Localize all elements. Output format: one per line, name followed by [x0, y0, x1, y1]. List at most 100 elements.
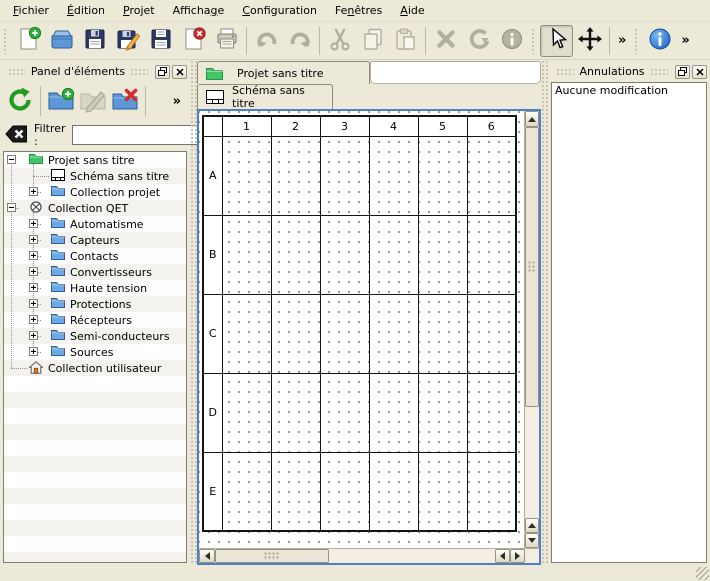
vertical-scroll-thumb[interactable] — [525, 127, 539, 407]
schema-cell[interactable] — [320, 373, 369, 452]
schema-cell[interactable] — [418, 373, 467, 452]
expand-toggle-icon[interactable] — [29, 347, 38, 356]
menu-fenetres[interactable]: Fenêtres — [326, 1, 391, 20]
save-button[interactable] — [78, 25, 111, 57]
schema-cell[interactable] — [320, 215, 369, 294]
cut-button[interactable] — [323, 25, 356, 57]
expand-toggle-icon[interactable] — [29, 235, 38, 244]
tree-item[interactable]: Projet sans titre — [4, 152, 186, 168]
right-splitter[interactable] — [541, 60, 548, 565]
horizontal-scrollbar[interactable] — [199, 548, 539, 563]
schema-cell[interactable] — [222, 215, 271, 294]
schema-cell[interactable] — [271, 452, 320, 531]
float-panel-button[interactable] — [675, 65, 690, 79]
toolbar-grip[interactable] — [531, 28, 536, 54]
save-as-button[interactable] — [111, 25, 144, 57]
schema-cell[interactable] — [222, 373, 271, 452]
scroll-right-button[interactable] — [510, 549, 525, 563]
delete-category-button[interactable] — [109, 84, 141, 118]
schema-cell[interactable] — [271, 373, 320, 452]
toolbar-overflow-button[interactable]: » — [676, 33, 694, 48]
menu-configuration[interactable]: Configuration — [233, 1, 326, 20]
tree-item[interactable]: Collection QET — [4, 200, 186, 216]
tree-item[interactable]: Sources — [4, 344, 186, 360]
dock-handle[interactable] — [556, 68, 574, 76]
save-all-button[interactable] — [144, 25, 177, 57]
collapse-toggle-icon[interactable] — [7, 203, 16, 212]
schema-cell[interactable] — [369, 215, 418, 294]
reload-collections-button[interactable] — [4, 84, 36, 118]
tab-project[interactable]: Projet sans titre — [197, 61, 370, 84]
schema-cell[interactable] — [369, 294, 418, 373]
element-info-button[interactable] — [495, 25, 528, 57]
left-splitter[interactable] — [190, 60, 197, 565]
tree-item[interactable]: Schéma sans titre — [4, 168, 186, 184]
tree-item[interactable]: Récepteurs — [4, 312, 186, 328]
tree-item[interactable]: Semi-conducteurs — [4, 328, 186, 344]
vertical-scrollbar[interactable] — [524, 111, 539, 548]
expand-toggle-icon[interactable] — [29, 219, 38, 228]
dock-handle[interactable] — [8, 68, 26, 76]
schema-editor[interactable]: 123456ABCDE — [197, 109, 541, 565]
schema-cell[interactable] — [222, 294, 271, 373]
select-mode-button[interactable] — [540, 25, 573, 57]
tree-item[interactable]: Automatisme — [4, 216, 186, 232]
panel-toolbar-overflow-button[interactable]: » — [168, 94, 186, 109]
scroll-left-button[interactable] — [199, 549, 215, 563]
schema-cell[interactable] — [271, 294, 320, 373]
clear-filter-icon[interactable] — [5, 125, 28, 146]
tree-item[interactable]: Haute tension — [4, 280, 186, 296]
element-tree[interactable]: Projet sans titreSchéma sans titreCollec… — [3, 151, 187, 563]
toolbar-overflow-button[interactable]: » — [613, 33, 631, 48]
tree-item[interactable]: Collection projet — [4, 184, 186, 200]
schema-cell[interactable] — [222, 452, 271, 531]
toolbar-grip[interactable] — [3, 28, 8, 54]
tree-item[interactable]: Contacts — [4, 248, 186, 264]
schema-cell[interactable] — [418, 294, 467, 373]
expand-toggle-icon[interactable] — [29, 283, 38, 292]
horizontal-scroll-track[interactable] — [329, 549, 495, 563]
menu-affichage[interactable]: Affichage — [164, 1, 234, 20]
scroll-up-button[interactable] — [525, 111, 539, 127]
schema-cell[interactable] — [467, 452, 516, 531]
schema-cell[interactable] — [222, 136, 271, 215]
expand-toggle-icon[interactable] — [29, 315, 38, 324]
pan-mode-button[interactable] — [573, 25, 606, 57]
menu-edition[interactable]: Édition — [58, 1, 114, 20]
scroll-up-button[interactable] — [525, 518, 539, 533]
about-button[interactable] — [643, 25, 676, 57]
schema-cell[interactable] — [467, 373, 516, 452]
schema-cell[interactable] — [418, 452, 467, 531]
close-panel-button[interactable] — [172, 65, 187, 79]
resize-grip[interactable] — [696, 567, 709, 580]
collapse-toggle-icon[interactable] — [7, 155, 16, 164]
vertical-scroll-track[interactable] — [525, 407, 539, 518]
schema-cell[interactable] — [320, 294, 369, 373]
expand-toggle-icon[interactable] — [29, 251, 38, 260]
tree-item[interactable]: Capteurs — [4, 232, 186, 248]
expand-toggle-icon[interactable] — [29, 267, 38, 276]
schema-cell[interactable] — [369, 373, 418, 452]
expand-toggle-icon[interactable] — [29, 187, 38, 196]
menu-fichier[interactable]: Fichier — [4, 1, 58, 20]
scroll-down-button[interactable] — [525, 533, 539, 548]
tree-item[interactable]: Protections — [4, 296, 186, 312]
schema-cell[interactable] — [467, 215, 516, 294]
print-button[interactable] — [210, 25, 243, 57]
rotate-button[interactable] — [462, 25, 495, 57]
schema-cell[interactable] — [418, 215, 467, 294]
schema-cell[interactable] — [418, 136, 467, 215]
delete-button[interactable] — [429, 25, 462, 57]
dock-handle[interactable] — [130, 68, 148, 76]
new-category-button[interactable] — [45, 84, 77, 118]
undo-list[interactable]: Aucune modification — [551, 82, 707, 563]
schema-cell[interactable] — [271, 215, 320, 294]
undo-panel-titlebar[interactable]: Annulations — [551, 63, 707, 80]
dock-handle[interactable] — [650, 68, 668, 76]
horizontal-scroll-thumb[interactable] — [215, 549, 329, 563]
schema-cell[interactable] — [320, 452, 369, 531]
close-panel-button[interactable] — [692, 65, 707, 79]
open-button[interactable] — [45, 25, 78, 57]
menu-aide[interactable]: Aide — [391, 1, 433, 20]
paste-button[interactable] — [389, 25, 422, 57]
